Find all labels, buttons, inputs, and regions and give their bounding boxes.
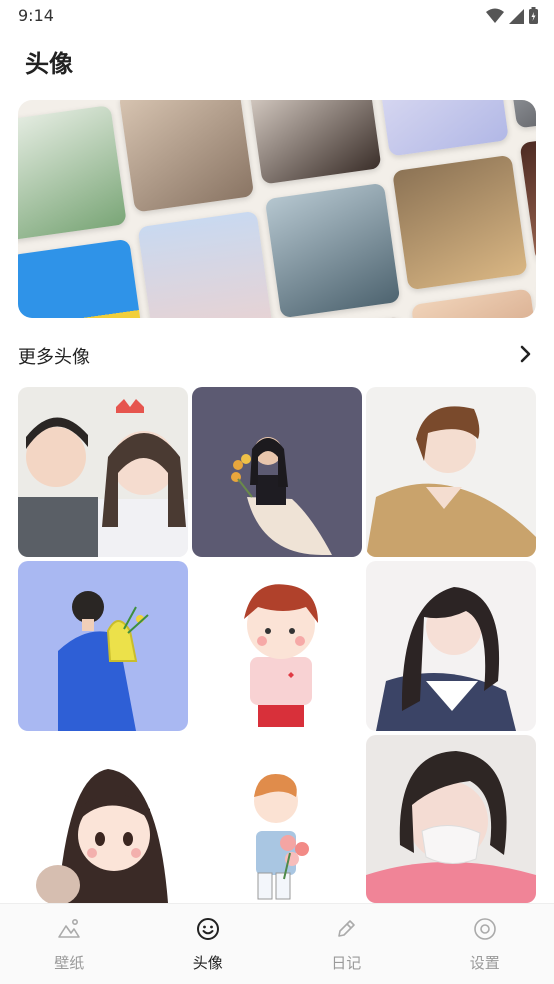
avatar-illustration: [36, 769, 168, 903]
avatar-illustration: [366, 751, 536, 903]
battery-icon: [529, 7, 538, 24]
banner-photo: [118, 100, 255, 213]
nav-item-diary[interactable]: 日记: [277, 904, 416, 984]
banner-photo: [264, 182, 401, 318]
smiley-icon: [196, 918, 219, 940]
nav-label-settings: 设置: [469, 954, 500, 972]
banner-photo: [18, 238, 146, 318]
settings-icon: [473, 918, 496, 940]
avatar-thumbnail[interactable]: [366, 561, 536, 731]
banner-photo: [18, 105, 127, 241]
avatar-illustration: [376, 587, 516, 731]
avatar-thumbnail[interactable]: [366, 387, 536, 557]
banner-photo: [410, 288, 536, 318]
avatar-illustration: [231, 437, 332, 555]
avatar-grid: [18, 387, 536, 903]
avatar-thumbnail[interactable]: [366, 735, 536, 903]
avatar-illustration: [18, 399, 188, 557]
chevron-right-icon[interactable]: [518, 344, 534, 364]
nav-item-avatar[interactable]: 头像: [139, 904, 278, 984]
featured-banner[interactable]: [18, 100, 536, 318]
nav-label-diary: 日记: [331, 954, 362, 972]
nav-label-avatar: 头像: [192, 954, 223, 972]
avatar-thumbnail[interactable]: [192, 387, 362, 557]
banner-photo: [392, 154, 528, 291]
section-title: 更多头像: [18, 347, 90, 368]
avatar-thumbnail[interactable]: [18, 735, 188, 903]
status-icons: [486, 7, 538, 24]
wallpaper-icon: [58, 918, 81, 938]
page-title: 头像: [25, 50, 73, 78]
nav-label-wallpaper: 壁纸: [54, 954, 85, 972]
pencil-icon: [338, 920, 356, 937]
banner-photo: [283, 316, 420, 318]
banner-collage: [18, 100, 536, 318]
nav-item-settings[interactable]: 设置: [416, 904, 554, 984]
avatar-thumbnail[interactable]: [192, 561, 362, 731]
avatar-thumbnail[interactable]: [192, 735, 362, 903]
wifi-icon: [486, 8, 504, 23]
banner-photo: [137, 210, 274, 318]
signal-icon: [509, 8, 524, 24]
nav-item-wallpaper[interactable]: 壁纸: [0, 904, 139, 984]
more-avatars-header[interactable]: 更多头像: [18, 340, 536, 370]
status-time: 9:14: [18, 6, 54, 25]
avatar-illustration: [366, 406, 536, 557]
avatar-thumbnail[interactable]: [18, 387, 188, 557]
bottom-navigation: 壁纸 头像 日记 设置: [0, 903, 554, 984]
avatar-illustration: [58, 591, 149, 731]
avatar-screen: 9:14 头像 更多头像 壁纸 头像 日记 设置: [0, 0, 554, 984]
avatar-thumbnail[interactable]: [18, 561, 188, 731]
avatar-illustration: [254, 773, 309, 900]
banner-photo: [246, 100, 382, 185]
avatar-illustration: [244, 584, 318, 727]
status-bar: 9:14: [0, 0, 554, 32]
banner-photo: [373, 100, 509, 157]
